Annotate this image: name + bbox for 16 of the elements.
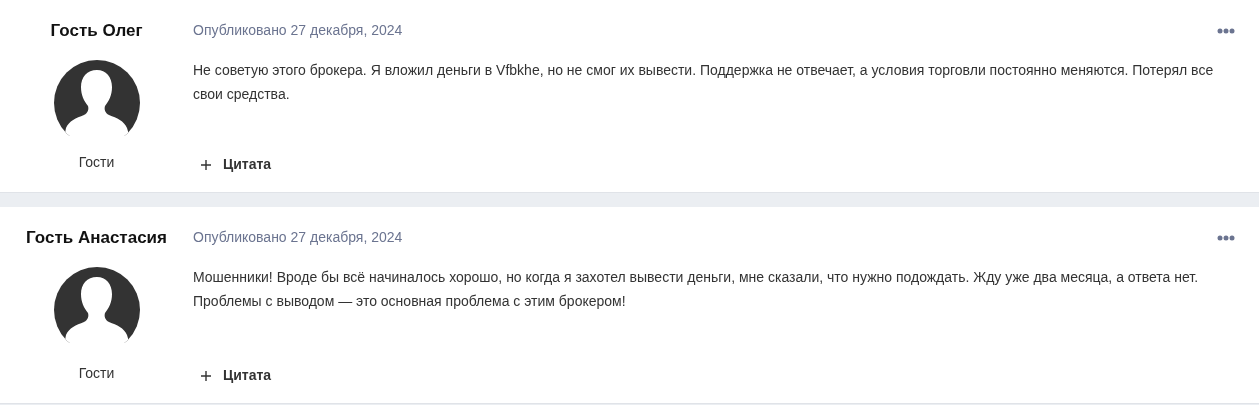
publish-date: Опубликовано 27 декабря, 2024 [193,21,403,40]
more-button[interactable] [1217,234,1235,241]
post-text: Мошенники! Вроде бы всё начиналось хорошо, но когда я захотел вывести деньги, мне сказали, что нужно подождать. Жду уже два месяца, а ответа нет. Проблемы с выводом — это основная проблема с этим брокером! [193,268,1200,311]
quote-button[interactable]: Цитата [193,365,272,386]
more-icon [1217,234,1235,241]
quote-button[interactable]: Цитата [193,154,272,175]
more-icon [1217,27,1235,34]
user-group: Гости [78,363,115,384]
plus-icon [201,159,211,170]
more-button[interactable] [1217,27,1235,34]
plus-icon [201,370,211,381]
publish-date: Опубликовано 27 декабря, 2024 [193,228,403,247]
author-name[interactable]: Гость Олег [50,18,143,44]
user-group: Гости [78,152,115,173]
author-name[interactable]: Гость Анастасия [26,225,167,251]
post-text: Не советую этого брокера. Я вложил деньги в Vfbkhe, но не смог их вывести. Поддержка не отвечает, а условия торговли постоянно меняются. Потерял все свои средства. [193,61,1215,104]
